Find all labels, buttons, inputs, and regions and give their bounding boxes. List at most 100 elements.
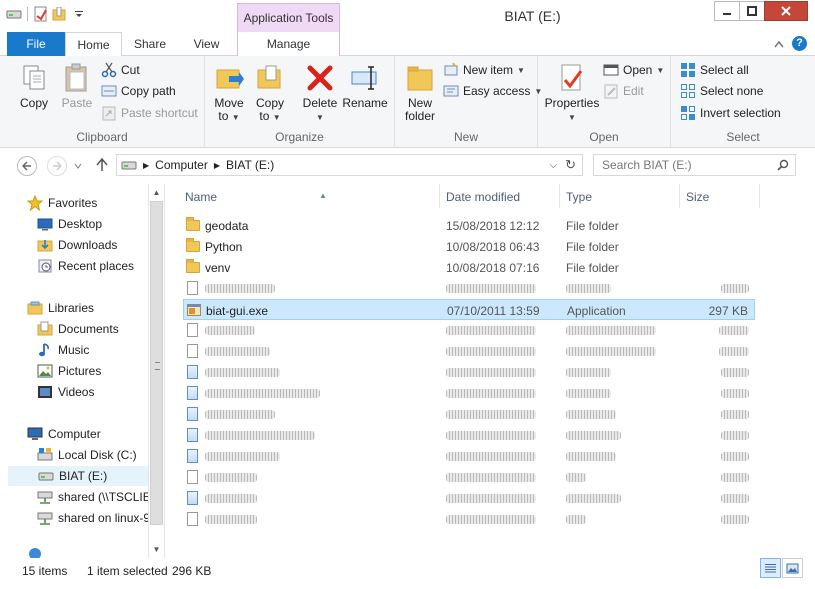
properties-button[interactable]: Properties ▼ bbox=[544, 62, 600, 124]
invert-selection-button[interactable]: Invert selection bbox=[680, 103, 781, 123]
nav-network-partial[interactable] bbox=[27, 548, 43, 558]
tab-file[interactable]: File bbox=[7, 32, 65, 56]
file-row-obscured[interactable] bbox=[183, 320, 755, 341]
new-folder-icon[interactable] bbox=[52, 6, 68, 22]
nav-favorites[interactable]: Favorites bbox=[26, 193, 97, 213]
details-view-button[interactable] bbox=[760, 558, 781, 578]
scroll-thumb[interactable] bbox=[150, 201, 163, 525]
column-type[interactable]: Type bbox=[560, 184, 680, 208]
file-row-geodata[interactable]: geodata 15/08/2018 12:12 File folder bbox=[183, 215, 755, 236]
nav-documents[interactable]: Documents bbox=[37, 319, 119, 339]
move-to-button[interactable]: Move to ▼ bbox=[211, 62, 247, 124]
recent-places-icon bbox=[37, 258, 53, 274]
address-bar[interactable]: ▶ Computer ▶ BIAT (E:) ⌵ ↻ bbox=[116, 154, 583, 176]
nav-recent-places[interactable]: Recent places bbox=[37, 256, 134, 276]
group-label-new: New bbox=[453, 130, 478, 144]
file-icon bbox=[187, 512, 198, 526]
tab-share[interactable]: Share bbox=[124, 32, 176, 56]
forward-button[interactable] bbox=[47, 156, 67, 176]
new-item-button[interactable]: New item ▼ bbox=[443, 60, 525, 80]
cut-button[interactable]: Cut bbox=[101, 60, 140, 80]
nav-shared-linux[interactable]: shared on linux-9 bbox=[37, 508, 148, 528]
file-row-obscured[interactable] bbox=[183, 425, 755, 446]
file-row-venv[interactable]: venv 10/08/2018 07:16 File folder bbox=[183, 257, 755, 278]
navigation-scrollbar[interactable]: ▲ ▼ bbox=[148, 184, 165, 558]
nav-computer[interactable]: Computer bbox=[27, 424, 101, 444]
up-arrow-icon[interactable] bbox=[96, 158, 108, 172]
nav-biat-drive[interactable]: BIAT (E:) bbox=[8, 466, 148, 486]
file-row-biat-gui[interactable]: biat-gui.exe 07/10/2011 13:59 Applicatio… bbox=[183, 299, 755, 320]
scroll-up-icon[interactable]: ▲ bbox=[149, 184, 164, 201]
scroll-down-icon[interactable]: ▼ bbox=[149, 541, 164, 558]
nav-desktop[interactable]: Desktop bbox=[37, 214, 102, 234]
close-button[interactable] bbox=[764, 1, 808, 21]
nav-pictures[interactable]: Pictures bbox=[37, 361, 101, 381]
minimize-button[interactable] bbox=[714, 1, 740, 21]
column-date-modified[interactable]: Date modified bbox=[440, 184, 560, 208]
drive-icon[interactable] bbox=[6, 6, 22, 22]
nav-music[interactable]: Music bbox=[37, 340, 89, 360]
select-none-button[interactable]: Select none bbox=[680, 81, 763, 101]
nav-videos[interactable]: Videos bbox=[37, 382, 94, 402]
search-input[interactable]: Search BIAT (E:) bbox=[593, 154, 796, 176]
tab-home[interactable]: Home bbox=[65, 32, 122, 57]
nav-music-label: Music bbox=[58, 343, 90, 357]
breadcrumb-separator-icon[interactable]: ▶ bbox=[143, 161, 149, 170]
large-icons-view-button[interactable] bbox=[782, 558, 803, 578]
column-size[interactable]: Size bbox=[680, 184, 760, 208]
file-row-obscured[interactable] bbox=[183, 509, 755, 530]
chevron-up-icon[interactable] bbox=[774, 40, 784, 48]
file-row-obscured[interactable] bbox=[183, 404, 755, 425]
properties-icon[interactable] bbox=[33, 6, 49, 22]
delete-button[interactable]: Delete ▼ bbox=[300, 62, 340, 124]
breadcrumb-drive[interactable]: BIAT (E:) bbox=[226, 158, 274, 172]
help-icon[interactable]: ? bbox=[792, 36, 807, 51]
file-row-obscured[interactable] bbox=[183, 341, 755, 362]
rename-button[interactable]: Rename bbox=[342, 62, 388, 110]
file-row-obscured[interactable] bbox=[183, 383, 755, 404]
nav-downloads[interactable]: Downloads bbox=[37, 235, 117, 255]
file-row-obscured[interactable] bbox=[183, 362, 755, 383]
file-row-obscured[interactable] bbox=[183, 488, 755, 509]
tab-view[interactable]: View bbox=[178, 32, 235, 56]
back-button[interactable] bbox=[17, 156, 37, 176]
new-folder-button[interactable]: New folder bbox=[401, 62, 439, 123]
nav-libraries[interactable]: Libraries bbox=[27, 298, 94, 318]
open-button[interactable]: Open ▼ bbox=[603, 60, 664, 80]
copy-to-button[interactable]: Copy to ▼ bbox=[253, 62, 287, 124]
nav-recent-places-label: Recent places bbox=[58, 259, 135, 273]
details-view-icon bbox=[765, 563, 776, 572]
refresh-icon[interactable]: ↻ bbox=[565, 157, 576, 173]
edit-button[interactable]: Edit bbox=[603, 81, 644, 101]
maximize-button[interactable] bbox=[739, 1, 765, 21]
status-bar: 15 items 1 item selected 296 KB bbox=[0, 558, 815, 589]
file-row-obscured[interactable] bbox=[183, 278, 755, 299]
copy-button[interactable]: Copy bbox=[14, 62, 54, 110]
file-row-obscured[interactable] bbox=[183, 446, 755, 467]
breadcrumb-separator-icon[interactable]: ▶ bbox=[214, 161, 220, 170]
breadcrumb-computer[interactable]: Computer bbox=[155, 158, 208, 172]
group-new: New folder New item ▼ Easy access ▼ New bbox=[395, 56, 542, 148]
customize-toolbar-icon[interactable] bbox=[71, 6, 87, 22]
nav-shared-tsclient[interactable]: shared (\\TSCLIE bbox=[37, 487, 148, 507]
select-all-button[interactable]: Select all bbox=[680, 60, 749, 80]
easy-access-label: Easy access bbox=[463, 84, 531, 98]
nav-local-disk[interactable]: Local Disk (C:) bbox=[37, 445, 137, 465]
column-name[interactable]: Name ▲ bbox=[179, 184, 440, 208]
documents-icon bbox=[37, 321, 53, 337]
address-dropdown-icon[interactable]: ⌵ bbox=[550, 160, 558, 171]
tab-manage[interactable]: Manage bbox=[237, 32, 340, 56]
paste-shortcut-button[interactable]: Paste shortcut bbox=[101, 103, 198, 123]
recent-locations-icon[interactable] bbox=[74, 163, 82, 169]
network-drive-icon bbox=[37, 510, 53, 526]
file-row-obscured[interactable] bbox=[183, 467, 755, 488]
file-row-python[interactable]: Python 10/08/2018 06:43 File folder bbox=[183, 236, 755, 257]
status-item-count: 15 items bbox=[22, 564, 68, 578]
search-icon[interactable] bbox=[777, 159, 789, 171]
paste-button[interactable]: Paste bbox=[58, 62, 96, 110]
copy-path-button[interactable]: Copy path bbox=[101, 81, 176, 101]
minimize-icon bbox=[723, 13, 731, 15]
easy-access-button[interactable]: Easy access ▼ bbox=[443, 81, 542, 101]
file-list: Name ▲ Date modified Type Size geodata 1… bbox=[166, 184, 815, 558]
select-all-icon bbox=[680, 62, 696, 78]
